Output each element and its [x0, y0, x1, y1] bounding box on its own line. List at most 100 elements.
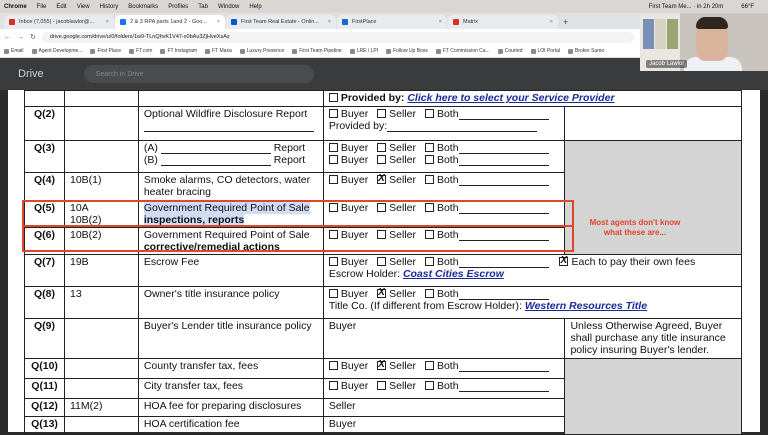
provided-by-label: Provided by:: [328, 120, 388, 132]
seller-checkbox[interactable]: [377, 143, 387, 152]
blank-line: [160, 144, 271, 154]
each-own-fees-checkbox-checked[interactable]: [559, 255, 569, 267]
tab-firstplace[interactable]: FirstPlace ×: [337, 15, 447, 29]
url-bar[interactable]: drive.google.com/drive/u/0/folders/1w9-T…: [41, 31, 634, 43]
menu-app-name[interactable]: Chrome: [4, 4, 27, 10]
menu-history[interactable]: History: [100, 4, 119, 10]
forward-icon[interactable]: →: [17, 34, 24, 41]
close-icon[interactable]: ×: [328, 19, 331, 25]
buyer-checkbox[interactable]: [328, 361, 338, 370]
bookmark-item[interactable]: FT Commission Ca...: [435, 48, 490, 54]
bookmark-item[interactable]: Agent Developme...: [31, 48, 82, 54]
menu-file[interactable]: File: [37, 4, 47, 10]
menu-window[interactable]: Window: [218, 4, 239, 10]
seller-checkbox[interactable]: [377, 257, 387, 266]
both-checkbox[interactable]: [424, 361, 434, 370]
buyer-checkbox[interactable]: [328, 203, 338, 212]
menu-help[interactable]: Help: [249, 4, 261, 10]
both-checkbox[interactable]: [424, 203, 434, 212]
both-checkbox[interactable]: [424, 175, 434, 184]
drive-logo[interactable]: Drive: [18, 68, 44, 80]
buyer-checkbox[interactable]: [328, 109, 338, 118]
seller-checkbox[interactable]: [377, 109, 387, 118]
para-ref: 10A: [69, 202, 89, 214]
title-co-value[interactable]: Western Resources Title: [525, 300, 647, 312]
buyer-label: Buyer: [340, 380, 369, 392]
bookmark-item[interactable]: First Place: [90, 48, 121, 54]
book: [643, 19, 654, 49]
both-checkbox[interactable]: [424, 155, 434, 164]
seller-checkbox[interactable]: [377, 155, 387, 164]
back-icon[interactable]: ←: [4, 34, 11, 41]
bookmark-item[interactable]: FT Instagram: [160, 48, 197, 54]
tab-inbox[interactable]: Inbox (7,055) - jacoblawlor@... ×: [4, 15, 114, 29]
bookmark-item[interactable]: Email: [4, 48, 24, 54]
bookmark-label: LRE / LPI: [356, 48, 379, 54]
buyer-checkbox[interactable]: [328, 257, 338, 266]
both-checkbox[interactable]: [424, 109, 434, 118]
checkbox[interactable]: [328, 93, 338, 102]
close-icon[interactable]: ×: [106, 19, 109, 25]
seller-checkbox[interactable]: [377, 203, 387, 212]
both-label: Both: [436, 142, 459, 154]
both-label: Both: [436, 108, 459, 120]
bookmark-item[interactable]: Luxury Presence: [239, 48, 284, 54]
bookmark-label: Courted: [504, 48, 523, 54]
buyer-label: Buyer: [340, 360, 369, 372]
escrow-holder-value[interactable]: Coast Cities Escrow: [403, 268, 504, 280]
note-cell: [564, 106, 742, 141]
buyer-checkbox[interactable]: [328, 175, 338, 184]
close-icon[interactable]: ×: [550, 19, 553, 25]
bookmark-item[interactable]: LRE / LPI: [349, 48, 379, 54]
menu-tab[interactable]: Tab: [198, 4, 208, 10]
bookmark-item[interactable]: Follow Up Boss: [386, 48, 428, 54]
seller-checkbox-checked[interactable]: [377, 173, 387, 185]
seller-checkbox[interactable]: [377, 230, 387, 239]
tab-drive-folder[interactable]: 2 & 3 RPA parts 1and 2 - Goo... ×: [115, 15, 225, 29]
both-checkbox[interactable]: [424, 289, 434, 298]
blank-line: [458, 290, 549, 300]
seller-checkbox-checked[interactable]: [377, 287, 387, 299]
buyer-label: Buyer: [340, 142, 369, 154]
menu-profiles[interactable]: Profiles: [168, 4, 188, 10]
calendar-notification[interactable]: First Team Me... · in 2h 20m: [649, 4, 724, 10]
seller-checkbox-checked[interactable]: [377, 359, 387, 371]
option-cell: Buyer Seller Both: [322, 200, 566, 228]
bookmark-icon: [435, 48, 441, 54]
bookmark-item[interactable]: FT Maxa: [205, 48, 232, 54]
tab-first-team[interactable]: First Team Real Estate - Onlin... ×: [226, 15, 336, 29]
menu-edit[interactable]: Edit: [56, 4, 66, 10]
menu-view[interactable]: View: [77, 4, 90, 10]
menu-bookmarks[interactable]: Bookmarks: [128, 4, 158, 10]
tab-label: 2 & 3 RPA parts 1and 2 - Goo...: [130, 19, 207, 25]
both-checkbox[interactable]: [424, 230, 434, 239]
bookmark-item[interactable]: Broker Sumo: [568, 48, 604, 54]
bookmark-icon: [129, 48, 135, 54]
drive-search-input[interactable]: Search in Drive: [83, 65, 314, 83]
both-checkbox[interactable]: [424, 381, 434, 390]
both-checkbox[interactable]: [424, 143, 434, 152]
buyer-checkbox[interactable]: [328, 289, 338, 298]
bookmark-item[interactable]: Courted: [497, 48, 523, 54]
buyer-checkbox[interactable]: [328, 155, 338, 164]
reload-icon[interactable]: ↻: [30, 33, 36, 41]
seller-checkbox[interactable]: [377, 381, 387, 390]
service-provider-link[interactable]: Click here to select your Service Provid…: [407, 92, 614, 104]
buyer-checkbox[interactable]: [328, 381, 338, 390]
bookmark-item[interactable]: First Team Pipeline: [292, 48, 342, 54]
close-icon[interactable]: ×: [217, 19, 220, 25]
both-label: Both: [436, 229, 459, 241]
close-icon[interactable]: ×: [439, 19, 442, 25]
item-label: Buyer's Lender title insurance policy: [137, 318, 324, 359]
buyer-checkbox[interactable]: [328, 143, 338, 152]
new-tab-icon[interactable]: +: [563, 17, 568, 27]
bookmark-item[interactable]: LOI Portal: [530, 48, 560, 54]
both-checkbox[interactable]: [424, 257, 434, 266]
buyer-checkbox[interactable]: [328, 230, 338, 239]
buyer-label: Buyer: [340, 174, 369, 186]
escrow-holder-label: Escrow Holder:: [328, 268, 401, 280]
bookmark-item[interactable]: FT.com: [129, 48, 152, 54]
seller-label: Seller: [389, 360, 417, 372]
buyer-label: Buyer: [340, 288, 369, 300]
tab-matrix[interactable]: Matrix ×: [448, 15, 558, 29]
